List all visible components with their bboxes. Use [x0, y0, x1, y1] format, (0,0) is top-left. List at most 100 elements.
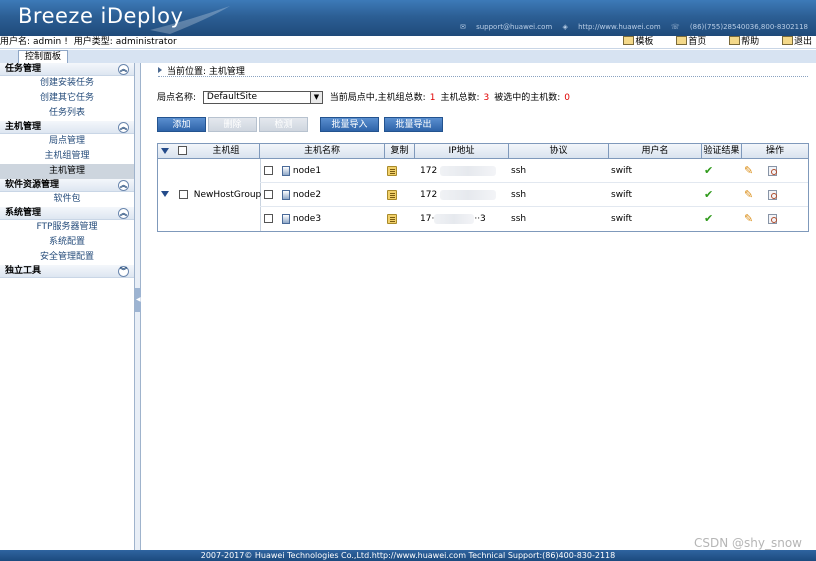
edit-icon[interactable]: ✎ [744, 164, 753, 177]
sidebar-section-tools[interactable]: 独立工具 ︾ [0, 265, 134, 278]
view-icon[interactable] [768, 165, 777, 176]
chevron-left-icon: ◀ [136, 296, 141, 303]
row-checkbox[interactable] [264, 190, 273, 199]
edit-cell: ✎ [744, 183, 753, 207]
row-checkbox-cell [264, 183, 273, 207]
watermark: CSDN @shy_snow [694, 536, 802, 550]
ip-cell: 172 [420, 159, 497, 183]
sidebar-item-host-management[interactable]: 主机管理 [0, 164, 134, 179]
ip-address-tail: ··3 [474, 214, 486, 224]
site-filter-row: 局点名称: DefaultSite ▼ 当前局点中,主机组总数: 1 主机总数: 3 被… [157, 91, 575, 105]
copy-icon[interactable] [387, 165, 397, 176]
site-label: 局点名称: [157, 93, 197, 103]
row-checkbox[interactable] [264, 166, 273, 175]
help-link[interactable]: 帮助 [729, 36, 759, 48]
website-link[interactable]: http://www.huawei.com [578, 23, 661, 31]
header-host-name: 主机名称 [260, 144, 385, 158]
user-type-value: administrator [115, 37, 177, 47]
collapse-icon[interactable]: ︽ [118, 122, 129, 133]
template-link[interactable]: 模板 [623, 36, 653, 48]
table-row[interactable]: node2 172 ssh swift ✔ ✎ [260, 183, 808, 207]
verify-button[interactable]: 检测 [259, 117, 308, 132]
host-table: 主机组 主机名称 复制 IP地址 协议 用户名 验证结果 操作 NewHostG… [157, 143, 809, 232]
user-value: admin [33, 37, 62, 47]
sidebar-section-software[interactable]: 软件资源管理 ︽ [0, 179, 134, 192]
copy-icon[interactable] [387, 189, 397, 200]
verify-cell: ✔ [704, 159, 713, 183]
batch-import-button[interactable]: 批量导入 [320, 117, 379, 132]
email-icon: ✉ [459, 23, 466, 31]
dropdown-arrow-icon[interactable]: ▼ [309, 92, 322, 103]
ip-cell: 17· ··3 [420, 207, 486, 231]
collapse-sidebar-handle[interactable]: ◀ [135, 288, 141, 312]
edit-icon[interactable]: ✎ [744, 212, 753, 225]
collapse-icon[interactable]: ︽ [118, 64, 129, 75]
edit-icon[interactable]: ✎ [744, 188, 753, 201]
copy-cell [387, 159, 397, 183]
host-name: node1 [292, 166, 322, 176]
ip-cell: 172 [420, 183, 497, 207]
row-checkbox-cell [264, 207, 273, 231]
collapse-icon[interactable]: ︽ [118, 208, 129, 219]
header-host-group: 主机组 [212, 146, 240, 156]
site-select[interactable]: DefaultSite ▼ [202, 91, 323, 104]
help-label: 帮助 [741, 37, 760, 47]
view-icon[interactable] [768, 213, 777, 224]
sidebar: 任务管理 ︽ 创建安装任务 创建其它任务 任务列表 主机管理 ︽ 局点管理 主机… [0, 63, 135, 550]
sidebar-item-security-config[interactable]: 安全管理配置 [0, 250, 134, 265]
home-link[interactable]: 首页 [676, 36, 706, 48]
sidebar-item-ftp-server[interactable]: FTP服务器管理 [0, 220, 134, 235]
site-select-value: DefaultSite [206, 92, 258, 102]
host-name-cell: node2 [282, 183, 321, 207]
tab-control-panel[interactable]: 控制面板 [18, 50, 69, 63]
copy-icon[interactable] [387, 213, 397, 224]
group-checkbox[interactable] [178, 190, 188, 199]
sidebar-item-software-package[interactable]: 软件包 [0, 192, 134, 207]
sidebar-item-hostgroup-management[interactable]: 主机组管理 [0, 149, 134, 164]
host-name-cell: node1 [282, 159, 321, 183]
table-row[interactable]: node1 172 ssh swift ✔ ✎ [260, 159, 808, 183]
home-label: 首页 [688, 37, 707, 47]
host-group-name: NewHostGroup [193, 190, 262, 200]
view-cell [768, 183, 777, 207]
sidebar-item-create-other-task[interactable]: 创建其它任务 [0, 91, 134, 106]
collapse-all-icon[interactable] [161, 148, 169, 154]
collapse-icon[interactable]: ︽ [118, 180, 129, 191]
sidebar-item-create-install-task[interactable]: 创建安装任务 [0, 76, 134, 91]
header-actions: 操作 [765, 146, 784, 156]
sidebar-section-title: 系统管理 [5, 208, 42, 218]
verify-cell: ✔ [704, 183, 713, 207]
sidebar-section-host[interactable]: 主机管理 ︽ [0, 121, 134, 134]
group-count: 1 [429, 93, 436, 103]
table-row[interactable]: node3 17· ··3 ssh swift ✔ ✎ [260, 207, 808, 231]
logout-label: 退出 [793, 37, 812, 47]
host-icon [282, 189, 290, 200]
expand-group-icon[interactable] [161, 191, 169, 197]
host-count-label: 主机总数: [440, 93, 480, 103]
expand-icon[interactable]: ︾ [118, 266, 129, 277]
row-checkbox[interactable] [264, 214, 273, 223]
protocol-cell: ssh [511, 190, 527, 200]
sidebar-section-task[interactable]: 任务管理 ︽ [0, 63, 134, 76]
ip-address: 172 [420, 190, 438, 200]
add-button[interactable]: 添加 [157, 117, 206, 132]
sidebar-item-task-list[interactable]: 任务列表 [0, 106, 134, 121]
view-icon[interactable] [768, 189, 777, 200]
select-all-checkbox[interactable] [178, 146, 187, 155]
batch-export-button[interactable]: 批量导出 [384, 117, 443, 132]
host-group-cell: NewHostGroup [161, 183, 261, 207]
selected-count: 0 [564, 93, 570, 103]
delete-button[interactable]: 删除 [208, 117, 257, 132]
header-username: 用户名 [609, 144, 702, 158]
sidebar-item-site-management[interactable]: 局点管理 [0, 134, 134, 149]
breadcrumb-divider [158, 76, 808, 77]
header-verify-result: 验证结果 [702, 144, 742, 158]
sidebar-splitter[interactable]: ◀ [135, 63, 141, 550]
user-bar: 用户名: admin! 用户类型: administrator 模板 首页 帮助 退… [0, 36, 816, 49]
sidebar-section-system[interactable]: 系统管理 ︽ [0, 207, 134, 220]
support-email[interactable]: support@huawei.com [476, 23, 552, 31]
sidebar-item-system-config[interactable]: 系统配置 [0, 235, 134, 250]
username-cell: swift [611, 166, 633, 176]
logout-link[interactable]: 退出 [781, 36, 812, 48]
template-icon [623, 36, 635, 45]
